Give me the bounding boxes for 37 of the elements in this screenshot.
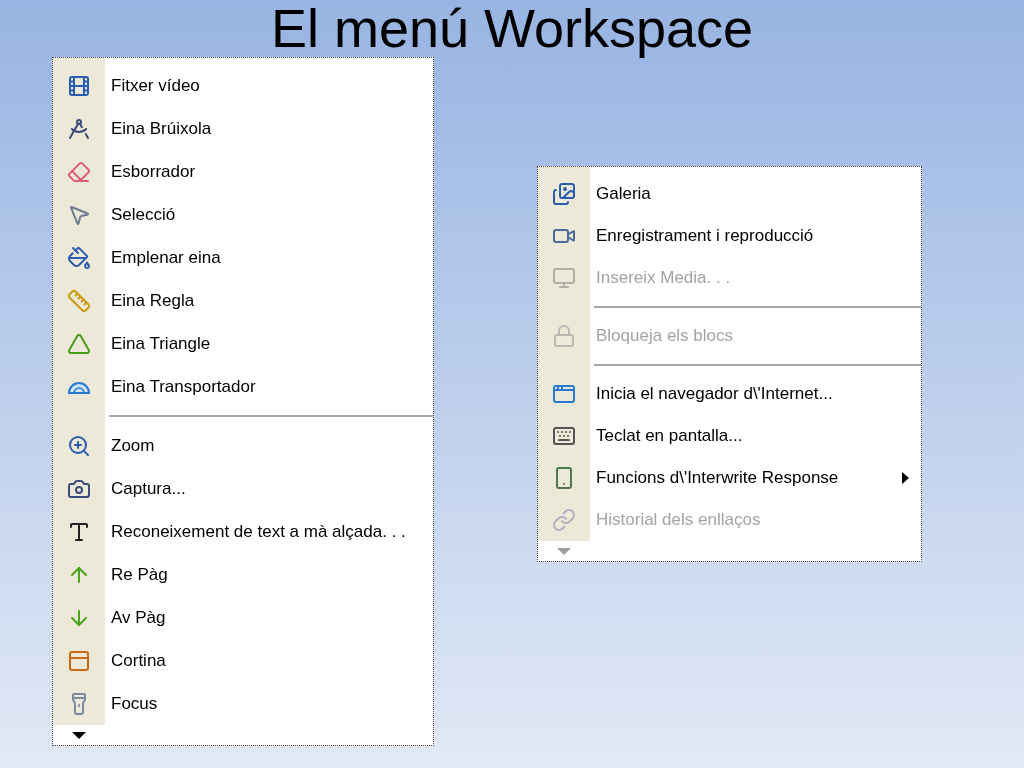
monitor-icon xyxy=(552,266,576,290)
menu-item[interactable]: Reconeixement de text a mà alçada. . . xyxy=(105,510,433,553)
film-icon xyxy=(67,73,91,98)
compass-icon xyxy=(67,116,91,141)
slide-title: El menú Workspace xyxy=(270,0,754,57)
menu-item[interactable]: Eina Regla xyxy=(105,279,433,322)
triangle-icon xyxy=(67,331,91,356)
menu-item[interactable]: Fitxer vídeo xyxy=(105,64,433,107)
menu-item[interactable]: Eina Transportador xyxy=(105,365,433,408)
menu-item[interactable]: Captura... xyxy=(105,467,433,510)
menu-item[interactable]: Re Pàg xyxy=(105,553,433,596)
menu-item[interactable]: Cortina xyxy=(105,639,433,682)
menu-item[interactable]: Zoom xyxy=(105,424,433,467)
scroll-down-arrow-icon[interactable] xyxy=(72,731,86,739)
menu-item[interactable]: Focus xyxy=(105,682,433,725)
menu-item[interactable]: Eina Brúixola xyxy=(105,107,433,150)
menu-item[interactable]: Enregistrament i reproducció xyxy=(590,215,921,257)
menu-item[interactable]: Inicia el navegador d\'Internet... xyxy=(590,373,921,415)
eraser-icon xyxy=(67,159,91,184)
menu-item[interactable]: Av Pàg xyxy=(105,596,433,639)
zoom-icon xyxy=(67,433,91,458)
menu-item[interactable]: Eina Triangle xyxy=(105,322,433,365)
menu-item[interactable]: Emplenar eina xyxy=(105,236,433,279)
lock-icon xyxy=(552,324,576,348)
submenu-arrow-icon xyxy=(902,472,909,484)
ruler-icon xyxy=(67,288,91,313)
menu-item[interactable]: Galeria xyxy=(590,173,921,215)
pictures-icon xyxy=(552,182,576,206)
menu-item[interactable]: Selecció xyxy=(105,193,433,236)
menu-item[interactable]: Esborrador xyxy=(105,150,433,193)
browser-window-icon xyxy=(552,382,576,406)
curtain-icon xyxy=(67,648,91,673)
keyboard-icon xyxy=(552,424,576,448)
paint-bucket-icon xyxy=(67,245,91,270)
menu-item[interactable]: Teclat en pantalla... xyxy=(590,415,921,457)
menu-item[interactable]: Funcions d\'Interwrite Response xyxy=(590,457,921,499)
link-icon xyxy=(552,508,576,532)
